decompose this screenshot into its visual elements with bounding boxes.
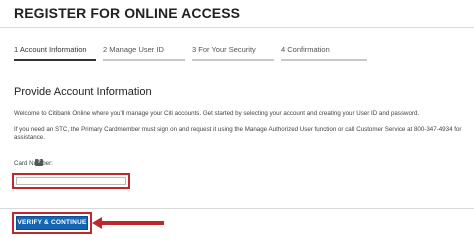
intro-text: Welcome to Citibank Online where you'll … (14, 110, 420, 117)
bottom-divider (0, 208, 474, 209)
stc-note-text: If you need an STC, the Primary Cardmemb… (14, 126, 462, 142)
section-title: Provide Account Information (14, 86, 152, 98)
step-for-your-security: 3 For Your Security (192, 44, 274, 61)
verify-button-highlight: VERIFY & CONTINUE (12, 212, 92, 234)
page-title: REGISTER FOR ONLINE ACCESS (14, 5, 241, 21)
step-manage-user-id: 2 Manage User ID (103, 44, 185, 61)
step-account-information: 1 Account Information (14, 44, 96, 61)
card-number-label: Card Number: (14, 160, 53, 167)
help-icon[interactable]: ? (35, 159, 43, 166)
title-divider (0, 27, 474, 28)
card-number-input[interactable] (16, 177, 126, 185)
step-confirmation: 4 Confirmation (281, 44, 367, 61)
verify-continue-button[interactable]: VERIFY & CONTINUE (16, 216, 88, 230)
card-number-highlight (12, 173, 130, 189)
red-arrow-icon (92, 217, 164, 229)
progress-steps: 1 Account Information 2 Manage User ID 3… (14, 44, 460, 62)
